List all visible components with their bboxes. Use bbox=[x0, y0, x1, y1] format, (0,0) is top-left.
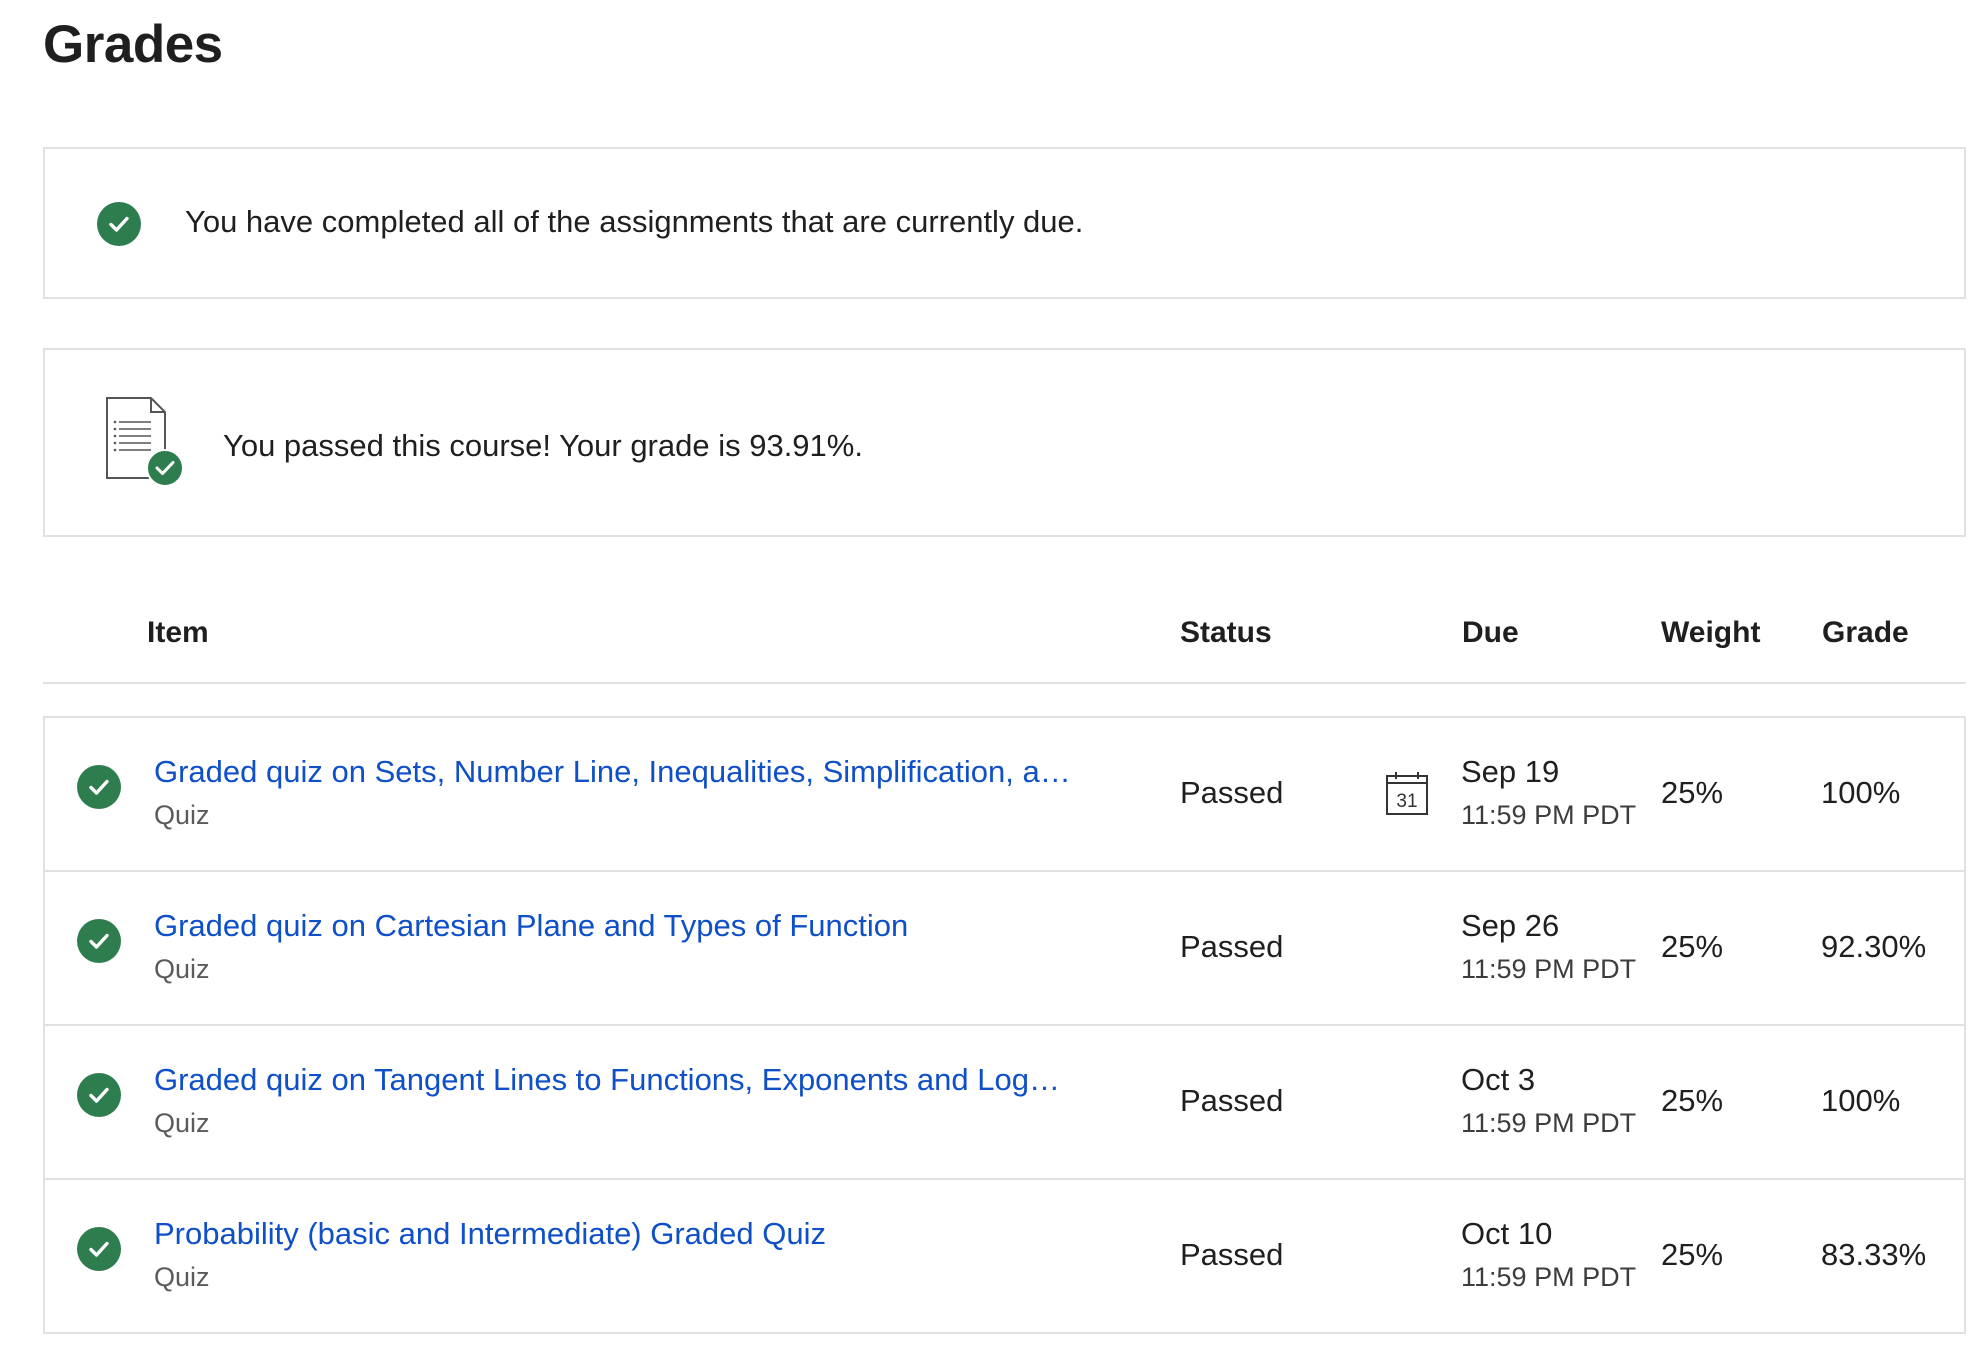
header-due[interactable]: Due bbox=[1462, 616, 1519, 650]
item-link[interactable]: Probability (basic and Intermediate) Gra… bbox=[154, 1216, 1074, 1252]
status-text: Passed bbox=[1180, 1083, 1284, 1118]
table-row: Probability (basic and Intermediate) Gra… bbox=[45, 1180, 1964, 1332]
table-row: Graded quiz on Tangent Lines to Function… bbox=[45, 1026, 1964, 1180]
due-date: Sep 26 bbox=[1461, 908, 1560, 943]
header-grade[interactable]: Grade bbox=[1822, 616, 1909, 650]
header-item[interactable]: Item bbox=[147, 616, 209, 650]
check-circle-icon bbox=[77, 919, 121, 963]
due-time: 11:59 PM PDT bbox=[1461, 1262, 1637, 1292]
grade-value: 83.33% bbox=[1821, 1237, 1927, 1272]
status-text: Passed bbox=[1180, 775, 1284, 810]
grade-value: 92.30% bbox=[1821, 929, 1927, 964]
item-link[interactable]: Graded quiz on Cartesian Plane and Types… bbox=[154, 908, 1074, 944]
check-circle-icon bbox=[77, 765, 121, 809]
passed-notice-text: You passed this course! Your grade is 93… bbox=[223, 428, 863, 463]
svg-text:31: 31 bbox=[1396, 791, 1417, 812]
due-date: Oct 10 bbox=[1461, 1216, 1553, 1251]
page-title: Grades bbox=[43, 15, 223, 74]
header-status[interactable]: Status bbox=[1180, 616, 1272, 650]
due-date: Sep 19 bbox=[1461, 754, 1560, 789]
status-text: Passed bbox=[1180, 1237, 1284, 1272]
weight-value: 25% bbox=[1661, 1237, 1724, 1272]
passed-notice: You passed this course! Your grade is 93… bbox=[43, 348, 1966, 537]
calendar-icon: 31 bbox=[1386, 772, 1428, 815]
item-type: Quiz bbox=[154, 1262, 210, 1292]
table-row: Graded quiz on Sets, Number Line, Inequa… bbox=[45, 718, 1964, 872]
item-link[interactable]: Graded quiz on Tangent Lines to Function… bbox=[154, 1062, 1074, 1098]
weight-value: 25% bbox=[1661, 1083, 1724, 1118]
grades-page: Grades You have completed all of the ass… bbox=[0, 0, 1980, 1350]
header-weight[interactable]: Weight bbox=[1661, 616, 1760, 650]
weight-value: 25% bbox=[1661, 929, 1724, 964]
table-row: Graded quiz on Cartesian Plane and Types… bbox=[45, 872, 1964, 1026]
due-time: 11:59 PM PDT bbox=[1461, 954, 1637, 984]
due-date: Oct 3 bbox=[1461, 1062, 1536, 1097]
status-text: Passed bbox=[1180, 929, 1284, 964]
item-type: Quiz bbox=[154, 800, 210, 830]
due-time: 11:59 PM PDT bbox=[1461, 1108, 1637, 1138]
completed-notice: You have completed all of the assignment… bbox=[43, 147, 1966, 299]
check-circle-icon bbox=[97, 202, 141, 246]
check-circle-icon bbox=[77, 1073, 121, 1117]
grades-table: Graded quiz on Sets, Number Line, Inequa… bbox=[43, 716, 1966, 1334]
grade-value: 100% bbox=[1821, 775, 1901, 810]
due-time: 11:59 PM PDT bbox=[1461, 800, 1637, 830]
item-link[interactable]: Graded quiz on Sets, Number Line, Inequa… bbox=[154, 754, 1074, 790]
completed-notice-text: You have completed all of the assignment… bbox=[185, 204, 1084, 239]
check-circle-icon bbox=[77, 1227, 121, 1271]
table-header: Item Status Due Weight Grade bbox=[43, 588, 1966, 684]
item-type: Quiz bbox=[154, 954, 210, 984]
weight-value: 25% bbox=[1661, 775, 1724, 810]
grade-value: 100% bbox=[1821, 1083, 1901, 1118]
document-check-icon bbox=[106, 397, 184, 487]
item-type: Quiz bbox=[154, 1108, 210, 1138]
